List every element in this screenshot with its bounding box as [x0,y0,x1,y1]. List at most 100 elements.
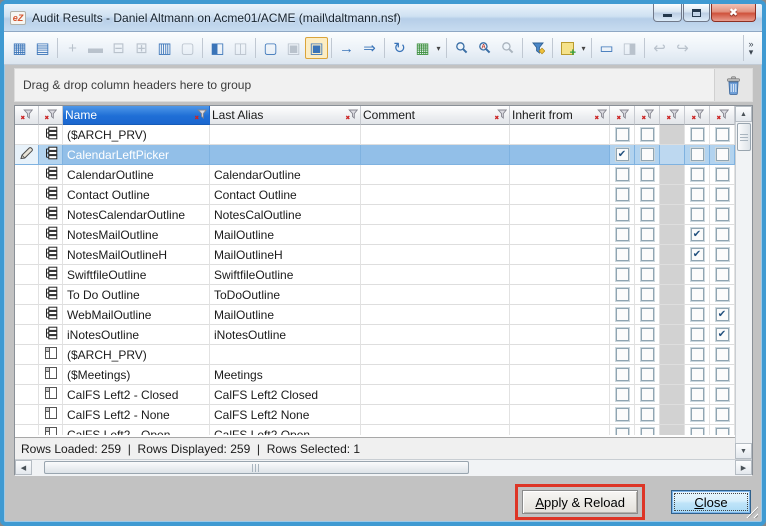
column-header-sel[interactable] [15,106,39,125]
checkbox[interactable] [616,248,629,261]
horizontal-scroll-thumb[interactable] [44,461,469,474]
view-marks-icon[interactable]: ▦ [411,37,434,59]
checkbox[interactable] [616,368,629,381]
table-row[interactable]: ($ARCH_PRV) [15,125,735,145]
checkbox[interactable] [716,288,729,301]
table-view-icon[interactable]: ▤ [31,37,54,59]
horizontal-scrollbar[interactable]: ◀ ▶ [15,459,752,476]
split-column-icon[interactable]: ◫ [229,37,252,59]
filter-icon[interactable] [345,109,358,121]
filter-icon[interactable] [44,109,57,121]
column-header-cb1[interactable] [610,106,635,125]
checkbox[interactable] [616,308,629,321]
vertical-scroll-thumb[interactable] [737,123,751,151]
table-row[interactable]: iNotesOutlineiNotesOutline✔ [15,325,735,345]
table-row[interactable]: NotesMailOutlineMailOutline✔ [15,225,735,245]
checkbox[interactable] [641,428,654,435]
add-row-icon[interactable]: + [61,37,84,59]
checkbox[interactable] [691,368,704,381]
checkbox[interactable] [616,208,629,221]
filter-rows-icon[interactable] [526,37,549,59]
table-properties-icon[interactable]: ▦ [8,37,31,59]
scroll-up-button[interactable]: ▲ [735,106,752,122]
checkbox[interactable] [616,328,629,341]
checkbox[interactable] [716,248,729,261]
checkbox[interactable] [691,268,704,281]
zoom-out-icon[interactable] [496,37,519,59]
checkbox[interactable] [641,228,654,241]
add-note-icon[interactable] [556,37,579,59]
close-window-button[interactable]: ✖ [711,4,756,22]
checkbox[interactable] [716,368,729,381]
checkbox[interactable] [641,208,654,221]
column-header-gap[interactable] [660,106,685,125]
redo-view-icon[interactable]: ↪ [671,37,694,59]
toolbar-overflow-button[interactable]: »▾ [743,35,758,61]
checkbox[interactable] [616,168,629,181]
add-note-icon-dropdown[interactable]: ▾ [579,37,588,59]
vertical-scrollbar[interactable]: ▲ ▼ [735,106,752,459]
checkbox[interactable] [616,388,629,401]
column-header-alias[interactable]: Last Alias [210,106,361,125]
checkbox[interactable] [716,388,729,401]
horizontal-scroll-track[interactable] [32,460,735,476]
copy-view-icon[interactable]: ▣ [305,37,328,59]
copy-icon[interactable]: ▣ [282,37,305,59]
checkbox[interactable] [641,268,654,281]
clear-grouping-button[interactable] [714,69,752,101]
checkbox[interactable] [641,248,654,261]
checkbox[interactable] [641,408,654,421]
checkbox[interactable] [691,208,704,221]
checkbox[interactable] [616,268,629,281]
expand-columns-icon[interactable]: ⊟ [107,37,130,59]
filter-icon[interactable] [20,109,33,121]
checkbox[interactable] [716,208,729,221]
table-row[interactable]: SwiftfileOutlineSwiftfileOutline [15,265,735,285]
column-arrange-icon[interactable]: ▥ [153,37,176,59]
apply-reload-button[interactable]: Apply & Reload [522,490,638,514]
column-header-inherit[interactable]: Inherit from [510,106,610,125]
checkbox[interactable] [641,128,654,141]
checkbox[interactable] [691,348,704,361]
view-marks-icon-dropdown[interactable]: ▾ [434,37,443,59]
table-row[interactable]: CalFS Left2 - OpenCalFS Left2 Open [15,425,735,435]
checkbox[interactable] [616,188,629,201]
checkbox[interactable] [641,148,654,161]
checkbox[interactable] [641,348,654,361]
collapse-columns-icon[interactable]: ⊞ [130,37,153,59]
table-row[interactable]: NotesMailOutlineHMailOutlineH✔ [15,245,735,265]
checkbox[interactable] [691,128,704,141]
checkbox[interactable] [616,348,629,361]
table-row[interactable]: CalendarLeftPicker✔ [15,145,735,165]
checkbox[interactable] [716,168,729,181]
checkbox[interactable]: ✔ [616,148,629,161]
column-header-cb3[interactable] [685,106,710,125]
collapse-field-icon[interactable]: ◨ [618,37,641,59]
table-row[interactable]: CalFS Left2 - ClosedCalFS Left2 Closed [15,385,735,405]
refresh-view-icon[interactable]: ↻ [388,37,411,59]
checkbox[interactable] [716,408,729,421]
checkbox[interactable] [691,388,704,401]
close-button[interactable]: Close [671,490,751,514]
group-by-bar[interactable]: Drag & drop column headers here to group [14,68,753,102]
filter-icon[interactable] [494,109,507,121]
filter-icon[interactable] [691,109,704,121]
checkbox[interactable]: ✔ [716,308,729,321]
checkbox[interactable] [691,188,704,201]
maximize-button[interactable] [683,4,710,22]
checkbox[interactable] [716,188,729,201]
checkbox[interactable] [716,268,729,281]
minimize-button[interactable] [653,4,682,22]
table-row[interactable]: ($ARCH_PRV) [15,345,735,365]
checkbox[interactable] [716,228,729,241]
checkbox[interactable] [641,188,654,201]
checkbox[interactable] [716,428,729,435]
table-row[interactable]: Contact OutlineContact Outline [15,185,735,205]
checkbox[interactable] [691,148,704,161]
scroll-down-button[interactable]: ▼ [735,443,752,459]
scroll-right-button[interactable]: ▶ [735,460,752,475]
checkbox[interactable] [641,168,654,181]
checkbox[interactable] [716,348,729,361]
freeze-column-icon[interactable]: ◧ [206,37,229,59]
table-row[interactable]: CalFS Left2 - NoneCalFS Left2 None [15,405,735,425]
